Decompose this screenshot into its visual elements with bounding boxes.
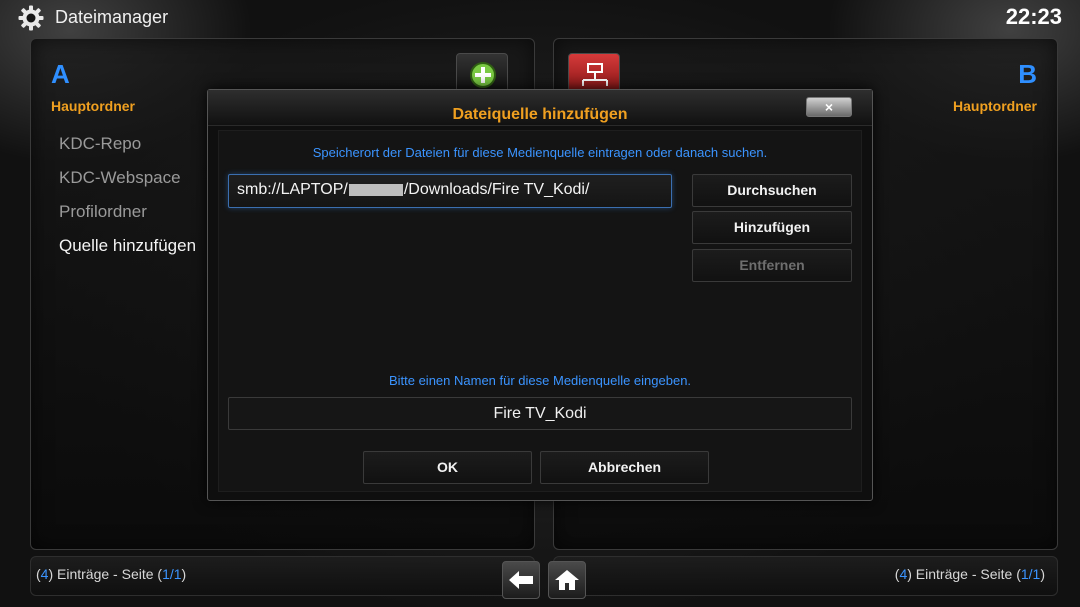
panel-heading-left: Hauptordner [51, 98, 135, 114]
path-suffix: /Downloads/Fire TV_Kodi/ [403, 181, 590, 198]
source-item-add-source[interactable]: Quelle hinzufügen [59, 235, 219, 269]
source-item-profilordner[interactable]: Profilordner [59, 201, 219, 235]
redacted-username [348, 183, 403, 196]
ok-button[interactable]: OK [363, 451, 532, 484]
top-bar: Dateimanager 22:23 [0, 0, 1080, 36]
home-icon [555, 570, 579, 590]
source-path-input[interactable]: smb://LAPTOP/ /Downloads/Fire TV_Kodi/ [228, 174, 672, 208]
footer-right: (4) Einträge - Seite (1/1) [553, 556, 1058, 596]
source-item-kdc-webspace[interactable]: KDC-Webspace [59, 167, 219, 201]
cancel-button[interactable]: Abbrechen [540, 451, 709, 484]
item-count-right: (4) Einträge - Seite (1/1) [894, 566, 1045, 582]
source-item-kdc-repo[interactable]: KDC-Repo [59, 133, 219, 167]
dialog-title: Dateiquelle hinzufügen [452, 106, 628, 123]
add-button[interactable]: Hinzufügen [692, 211, 852, 244]
item-count-left: (4) Einträge - Seite (1/1) [36, 566, 187, 582]
back-arrow-icon [509, 571, 533, 589]
path-prefix: smb://LAPTOP/ [237, 181, 348, 198]
clock: 22:23 [1005, 4, 1062, 29]
name-hint: Bitte einen Namen für diese Medienquelle… [388, 373, 692, 388]
panel-letter-a: A [51, 59, 70, 89]
panel-heading-right: Hauptordner [953, 98, 1037, 114]
source-list: KDC-Repo KDC-Webspace Profilordner Quell… [59, 133, 219, 269]
app-title: Dateimanager [55, 7, 169, 27]
footer-left: (4) Einträge - Seite (1/1) [30, 556, 535, 596]
browse-button[interactable]: Durchsuchen [692, 174, 852, 207]
panel-letter-b: B [1018, 59, 1037, 89]
remove-button[interactable]: Entfernen [692, 249, 852, 282]
path-hint: Speicherort der Dateien für diese Medien… [312, 145, 768, 160]
add-source-dialog: Dateiquelle hinzufügen × Speicherort der… [207, 89, 873, 501]
source-name-input[interactable]: Fire TV_Kodi [228, 397, 852, 430]
gear-icon [18, 5, 44, 31]
close-button[interactable]: × [806, 97, 852, 117]
back-button[interactable] [502, 561, 540, 599]
home-button[interactable] [548, 561, 586, 599]
